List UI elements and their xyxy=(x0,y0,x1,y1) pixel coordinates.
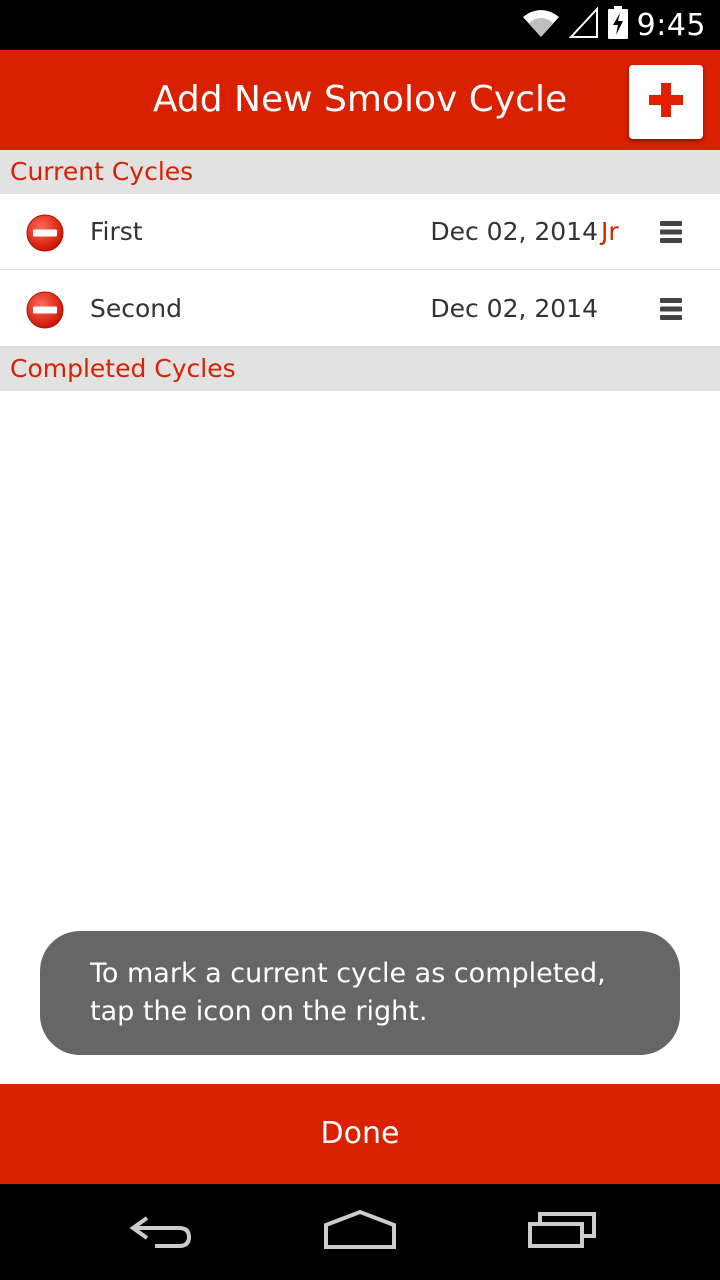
signal-icon xyxy=(568,6,599,43)
current-cycles-header: Current Cycles xyxy=(0,150,720,194)
battery-charging-icon xyxy=(607,6,629,44)
toast-message: To mark a current cycle as completed, ta… xyxy=(40,931,680,1055)
wifi-icon xyxy=(521,7,561,43)
app-screen: 9:45 Add New Smolov Cycle Current Cycles xyxy=(0,0,720,1280)
back-button[interactable] xyxy=(110,1202,210,1262)
drag-handle-icon[interactable] xyxy=(659,220,683,244)
status-time: 9:45 xyxy=(636,7,706,43)
action-bar: Add New Smolov Cycle xyxy=(0,50,720,150)
navigation-bar xyxy=(0,1184,720,1280)
status-icons: 9:45 xyxy=(521,0,706,50)
status-bar: 9:45 xyxy=(0,0,720,50)
cycle-row[interactable]: First Dec 02, 2014 Jr xyxy=(0,194,720,270)
cycle-name: Second xyxy=(90,294,183,323)
done-button[interactable]: Done xyxy=(0,1084,720,1184)
cycle-name: First xyxy=(90,217,143,246)
completed-cycles-header: Completed Cycles xyxy=(0,347,720,391)
back-icon xyxy=(125,1210,195,1254)
recents-icon xyxy=(526,1210,598,1254)
recents-button[interactable] xyxy=(512,1202,612,1262)
drag-handle-icon[interactable] xyxy=(659,297,683,321)
cycle-row[interactable]: Second Dec 02, 2014 xyxy=(0,271,720,347)
home-button[interactable] xyxy=(310,1202,410,1262)
page-title: Add New Smolov Cycle xyxy=(152,79,568,120)
add-cycle-button[interactable] xyxy=(629,65,703,139)
cycle-tag: Jr xyxy=(601,217,619,246)
cycle-date: Dec 02, 2014 xyxy=(430,217,598,246)
remove-icon[interactable] xyxy=(26,214,64,252)
home-icon xyxy=(322,1209,398,1255)
red-plus-icon xyxy=(647,81,685,123)
remove-icon[interactable] xyxy=(26,291,64,329)
cycle-date: Dec 02, 2014 xyxy=(430,294,598,323)
